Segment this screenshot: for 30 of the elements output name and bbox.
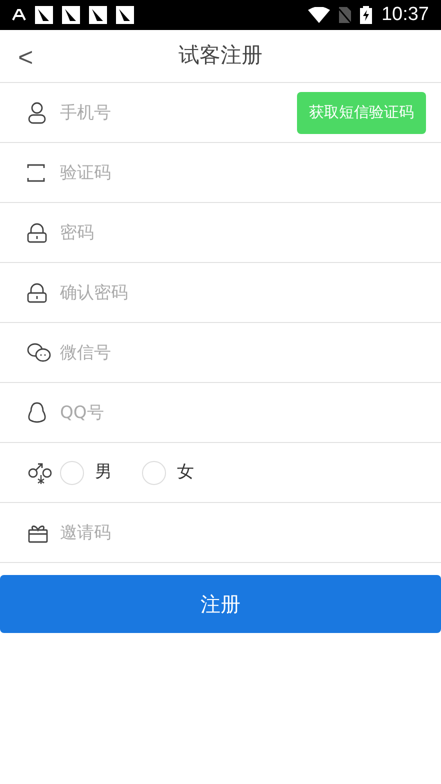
radio-button[interactable] xyxy=(60,460,84,484)
lock-icon xyxy=(27,282,47,302)
text-field[interactable]: 微信号 xyxy=(60,332,426,372)
clock-time: 10:37 xyxy=(381,2,429,27)
person-icon xyxy=(27,102,47,124)
text-field[interactable]: 验证码 xyxy=(60,152,426,192)
radio-button[interactable] xyxy=(142,460,166,484)
page-title: 试客注册 xyxy=(178,42,262,70)
wifi-icon xyxy=(308,7,330,23)
notification-icon xyxy=(62,6,80,24)
notification-icon xyxy=(35,6,53,24)
app-icon xyxy=(12,9,26,21)
back-button[interactable]: < xyxy=(14,40,38,74)
gender-symbols-icon xyxy=(27,460,53,484)
lock-icon xyxy=(27,222,47,242)
gift-icon xyxy=(27,522,49,542)
penguin-icon xyxy=(27,402,47,424)
no-sim-icon xyxy=(339,7,352,23)
notification-icon xyxy=(116,6,134,24)
text-field[interactable]: 密码 xyxy=(60,212,426,252)
radio-label: 男 xyxy=(95,460,112,484)
notification-icon xyxy=(89,6,107,24)
text-field[interactable]: 确认密码 xyxy=(60,272,426,312)
text-field[interactable]: 邀请码 xyxy=(60,512,426,552)
register-button[interactable]: 注册 xyxy=(0,575,441,633)
battery-icon xyxy=(360,6,372,24)
text-field[interactable]: QQ号 xyxy=(60,392,426,432)
chat-bubbles-icon xyxy=(27,342,51,362)
radio-label: 女 xyxy=(177,460,194,484)
text-field[interactable]: 手机号 xyxy=(60,92,297,132)
